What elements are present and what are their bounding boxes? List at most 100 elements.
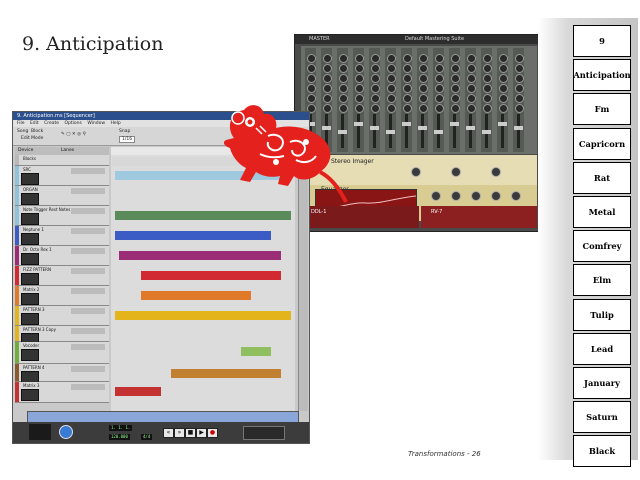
play-button[interactable]: ▶ [196,428,207,438]
mixer-knob[interactable] [515,84,524,93]
sequencer-clip[interactable] [115,231,271,240]
track-mute-solo-buttons[interactable] [71,168,105,174]
mixer-fader[interactable] [421,114,424,148]
song-mode-button[interactable]: Song [17,129,28,134]
mixer-fader[interactable] [469,114,472,148]
mixer-knob[interactable] [451,64,460,73]
mixer-knob[interactable] [435,84,444,93]
edit-mode-button[interactable]: Edit Mode [21,136,43,141]
mixer-knob[interactable] [307,74,316,83]
mixer-knob[interactable] [371,94,380,103]
track-mute-solo-buttons[interactable] [71,208,105,214]
fader-cap[interactable] [386,130,395,134]
mixer-knob[interactable] [451,84,460,93]
mixer-knob[interactable] [499,64,508,73]
mixer-knob[interactable] [323,54,332,63]
track-row[interactable]: Blocks [15,155,109,166]
mixer-knob[interactable] [483,64,492,73]
rack-title-bar[interactable]: MASTER Default Mastering Suite [295,35,559,44]
mixer-knob[interactable] [467,54,476,63]
fader-cap[interactable] [370,126,379,130]
mixer-knob[interactable] [419,84,428,93]
tool-icons[interactable]: ✎ ▢ ✕ ◎ ⚲ [61,132,86,137]
mixer-knob[interactable] [467,84,476,93]
stop-button[interactable]: ■ [185,428,196,438]
mixer-knob[interactable] [435,94,444,103]
mixer-knob[interactable] [387,94,396,103]
mixer-knob[interactable] [307,84,316,93]
fader-cap[interactable] [466,126,475,130]
mixer-knob[interactable] [307,54,316,63]
record-button[interactable]: ● [207,428,218,438]
mixer-knob[interactable] [451,54,460,63]
mixer-knob[interactable] [339,74,348,83]
mixer-channel-strip[interactable] [481,48,492,152]
menu-edit[interactable]: Edit [30,121,39,126]
mixer-knob[interactable] [419,74,428,83]
menu-help[interactable]: Help [111,121,121,126]
mixer-knob[interactable] [371,74,380,83]
track-row[interactable]: PATTERN 3 Copy [15,326,109,345]
track-row[interactable]: PATTERN 3 [15,306,109,326]
mixer-knob[interactable] [451,74,460,83]
eq-knob-5[interactable] [511,191,521,201]
fader-cap[interactable] [514,126,523,130]
forward-button[interactable]: » [174,428,185,438]
track-mute-solo-buttons[interactable] [71,366,105,372]
sequencer-clip[interactable] [115,387,161,396]
mixer-knob[interactable] [387,64,396,73]
track-row[interactable]: Note Trigger Rest Notes [15,206,109,226]
mixer-knob[interactable] [483,104,492,113]
mixer-knob[interactable] [403,94,412,103]
fader-cap[interactable] [434,130,443,134]
hi-band-knob[interactable] [451,167,461,177]
mixer-knob[interactable] [403,54,412,63]
track-row[interactable]: ORGAN [15,186,109,206]
menu-window[interactable]: Window [87,121,105,126]
mixer-knob[interactable] [499,54,508,63]
mixer-knob[interactable] [403,74,412,83]
ddl-delay-panel[interactable]: DDL-1 [301,206,419,228]
track-mute-solo-buttons[interactable] [71,288,105,294]
mixer-knob[interactable] [451,104,460,113]
mixer-fader[interactable] [405,114,408,148]
track-row[interactable]: Neptune 1 [15,226,109,246]
mixer-knob[interactable] [483,94,492,103]
mixer-knob[interactable] [499,74,508,83]
sequencer-clip[interactable] [115,211,291,220]
mixer-knob[interactable] [435,64,444,73]
mixer-channel-strip[interactable] [513,48,524,152]
fader-cap[interactable] [450,122,459,126]
track-mute-solo-buttons[interactable] [71,384,105,390]
mixer-knob[interactable] [499,84,508,93]
mixer-knob[interactable] [323,84,332,93]
eq-knob-3[interactable] [471,191,481,201]
eq-knob-4[interactable] [491,191,501,201]
mixer-knob[interactable] [467,64,476,73]
mixer-knob[interactable] [403,104,412,113]
track-mute-solo-buttons[interactable] [71,344,105,350]
fader-cap[interactable] [402,122,411,126]
track-row[interactable]: Matrix 2 [15,286,109,306]
mixer-knob[interactable] [515,64,524,73]
mixer-channel-strip[interactable] [385,48,396,152]
sequencer-clip[interactable] [119,251,281,260]
mixer-knob[interactable] [515,54,524,63]
track-row[interactable]: Vocoder [15,342,109,364]
mixer-knob[interactable] [515,94,524,103]
fader-cap[interactable] [498,122,507,126]
mixer-knob[interactable] [339,84,348,93]
menu-create[interactable]: Create [44,121,59,126]
mixer-knob[interactable] [419,54,428,63]
track-mute-solo-buttons[interactable] [71,248,105,254]
mixer-knob[interactable] [387,84,396,93]
mixer-knob[interactable] [483,54,492,63]
sequencer-clip[interactable] [171,369,281,378]
mixer-knob[interactable] [435,104,444,113]
mixer-knob[interactable] [515,104,524,113]
mixer-channel-strip[interactable] [449,48,460,152]
mixer-knob[interactable] [387,54,396,63]
loop-locator-panel[interactable] [243,426,285,440]
mixer-knob[interactable] [307,64,316,73]
track-mute-solo-buttons[interactable] [71,228,105,234]
